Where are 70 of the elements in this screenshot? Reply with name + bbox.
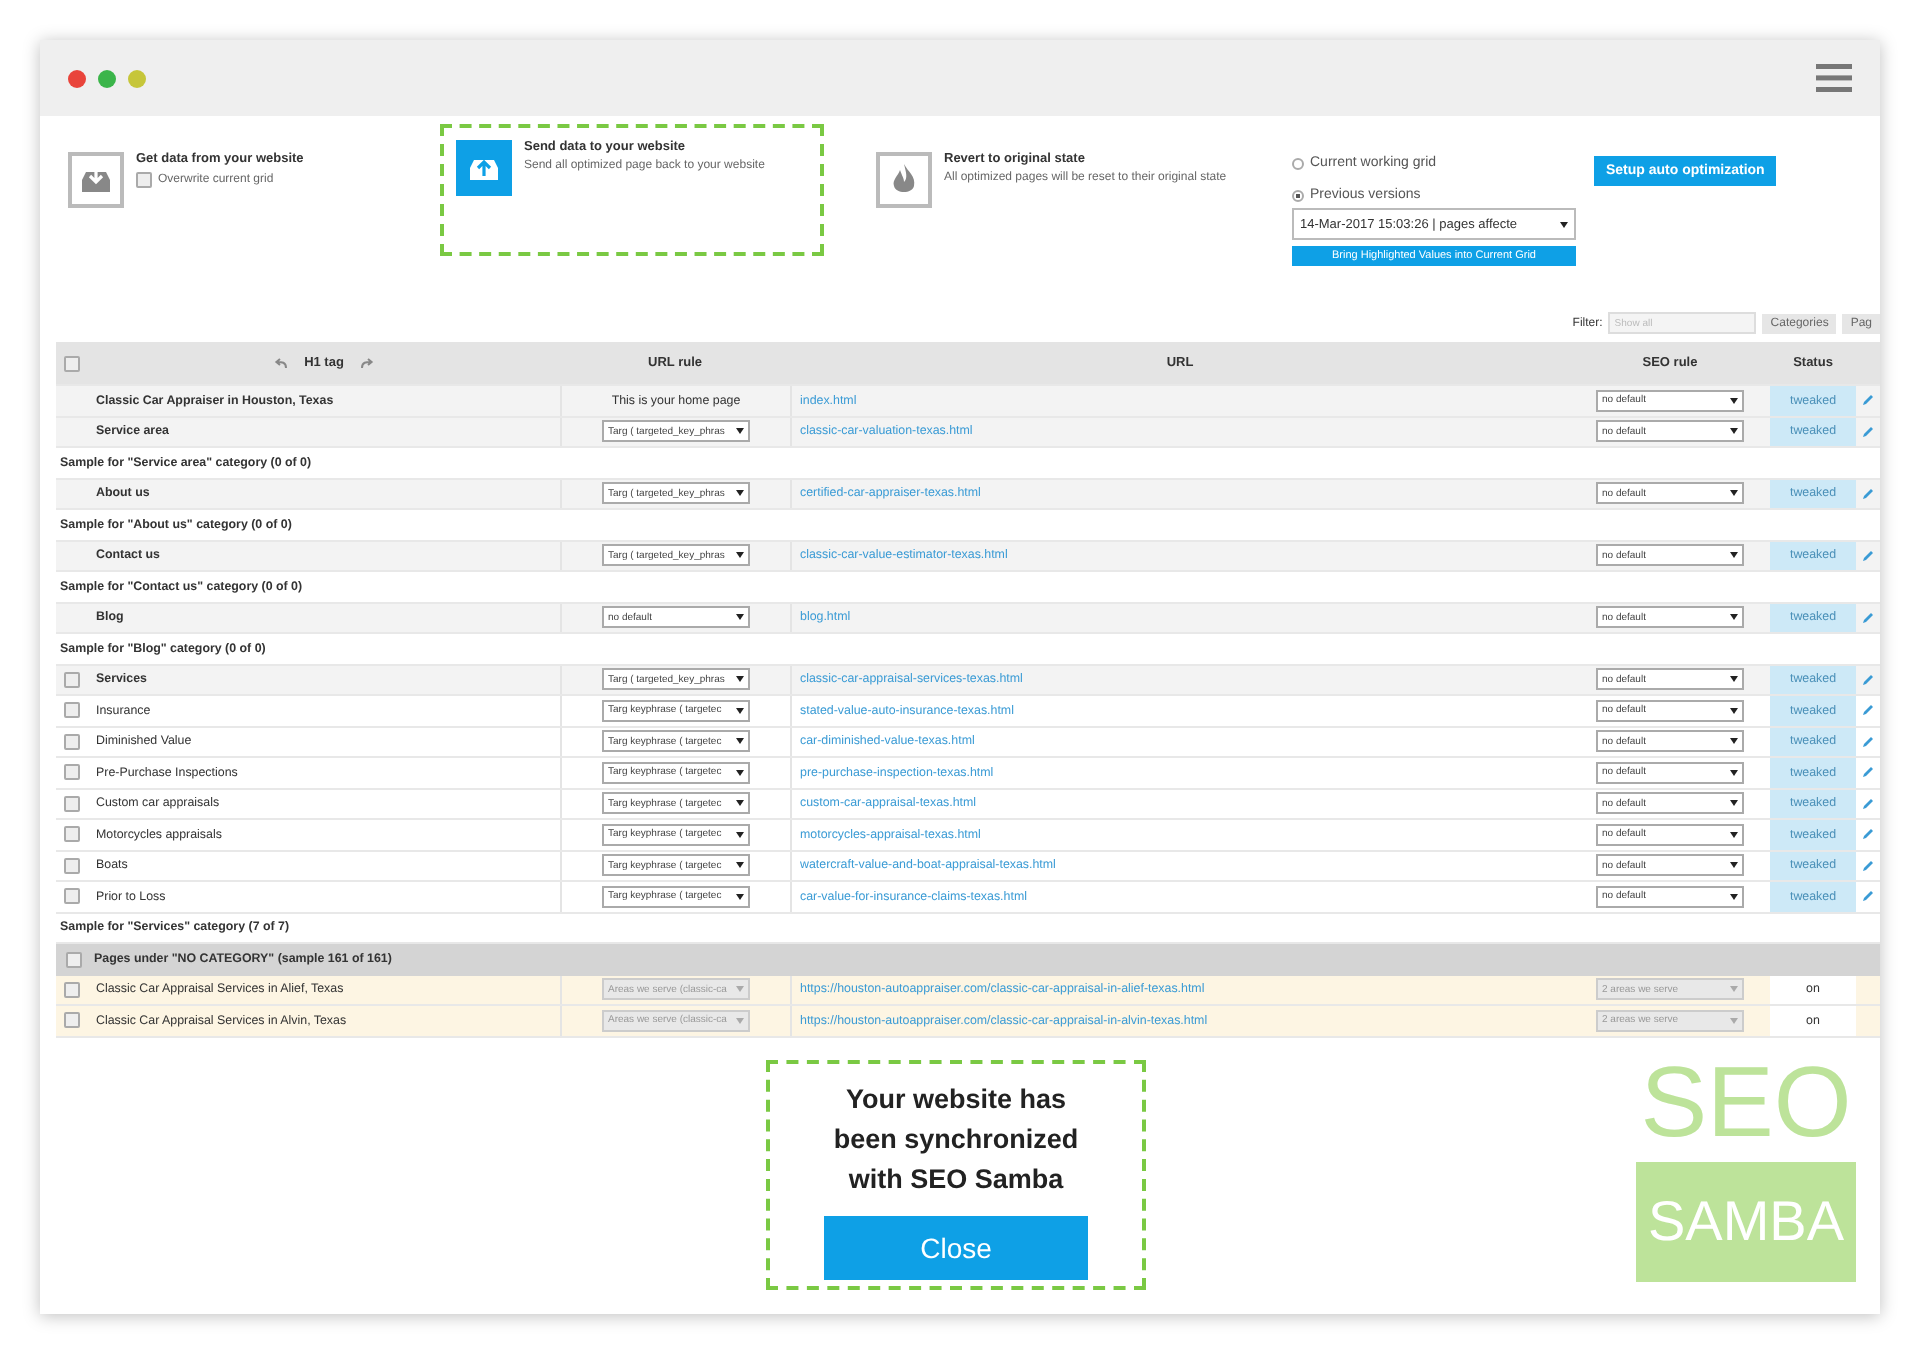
logo-banner: SAMBA [1636,1162,1856,1282]
caret-icon [736,490,744,497]
pencil-icon[interactable] [1862,487,1874,500]
caret-icon [736,893,744,900]
pencil-icon[interactable] [1862,425,1874,438]
caret-icon [1730,707,1738,714]
caret-icon [736,552,744,559]
checkbox[interactable] [64,826,80,843]
caret-icon [736,769,744,776]
close-window-dot[interactable] [68,69,86,87]
checkbox[interactable] [136,172,152,188]
caret-icon [736,428,744,435]
caret-icon [1730,490,1738,497]
checkbox[interactable] [64,795,80,812]
caret-icon [1560,221,1568,227]
caret-icon [736,738,744,745]
checkbox[interactable] [66,951,82,968]
caret-icon [736,676,744,683]
pencil-icon[interactable] [1862,890,1874,903]
caret-icon [1730,862,1738,869]
inbox-download-icon[interactable] [68,152,124,208]
checkbox[interactable] [64,1012,80,1029]
caret-icon [736,707,744,714]
caret-icon [1730,986,1738,993]
caret-icon [1730,552,1738,559]
radio-button[interactable] [1292,157,1304,169]
checkbox[interactable] [64,981,80,998]
caret-icon [1730,800,1738,807]
caret-icon [1730,893,1738,900]
checkbox[interactable] [64,671,80,688]
caret-icon [1730,676,1738,683]
caret-icon [736,800,744,807]
inbox-upload-icon[interactable] [456,140,512,196]
pencil-icon[interactable] [1862,673,1874,686]
caret-icon [1730,397,1738,404]
flame-icon[interactable] [876,152,932,208]
checkbox[interactable] [64,888,80,905]
pencil-icon[interactable] [1862,766,1874,779]
checkbox[interactable] [64,857,80,874]
sync-message: Your website has been synchronized with SEO Samba [831,1082,1081,1198]
logo-text: SEO [1638,1044,1854,1162]
pencil-icon[interactable] [1862,394,1874,407]
select-all-checkbox[interactable] [64,355,80,371]
caret-icon [1730,769,1738,776]
pencil-icon[interactable] [1862,828,1874,841]
checkbox[interactable] [64,702,80,719]
checkbox[interactable] [64,764,80,781]
pencil-icon[interactable] [1862,797,1874,810]
undo-icon[interactable] [274,357,289,369]
caret-icon [736,986,744,993]
menu-icon[interactable] [1816,64,1852,92]
caret-icon [736,614,744,621]
redo-icon[interactable] [359,357,374,369]
minimize-window-dot[interactable] [98,69,116,87]
caret-icon [1730,1017,1738,1024]
pencil-icon[interactable] [1862,735,1874,748]
caret-icon [736,831,744,838]
caret-icon [1730,738,1738,745]
radio-button[interactable] [1292,189,1304,201]
pencil-icon[interactable] [1862,859,1874,872]
pencil-icon[interactable] [1862,611,1874,624]
checkbox[interactable] [64,733,80,750]
pencil-icon[interactable] [1862,704,1874,717]
caret-icon [1730,428,1738,435]
maximize-window-dot[interactable] [128,69,146,87]
caret-icon [1730,831,1738,838]
pencil-icon[interactable] [1862,549,1874,562]
caret-icon [1730,614,1738,621]
caret-icon [736,1017,744,1024]
caret-icon [736,862,744,869]
